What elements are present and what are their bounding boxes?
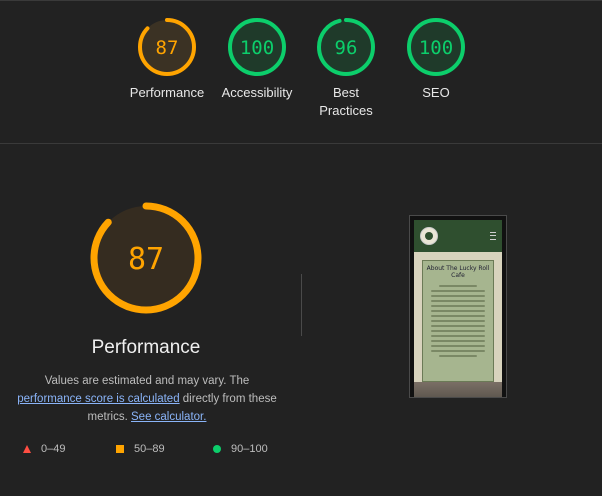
score-calculated-link[interactable]: performance score is calculated: [17, 393, 179, 405]
score-summary: 87 Performance 100 Accessibility 96 Best…: [0, 0, 602, 143]
description-text: Values are estimated and may vary. The: [44, 375, 250, 387]
preview-text-line: [431, 290, 485, 292]
gauge-best-practices[interactable]: 96 Best Practices: [301, 16, 391, 120]
preview-text-line: [439, 355, 477, 357]
gauge-ring: 96: [317, 18, 375, 76]
performance-gauge-ring: 87: [90, 202, 202, 314]
legend-average: 50–89: [115, 443, 165, 455]
gauge-score: 96: [335, 37, 358, 59]
legend-range: 0–49: [41, 443, 66, 455]
vertical-separator: [301, 274, 302, 336]
preview-text-line: [431, 330, 485, 332]
gauge-label: Accessibility: [221, 85, 293, 100]
preview-text-line: [431, 320, 485, 322]
performance-gauge: 87: [88, 200, 204, 316]
gauge-score: 100: [419, 37, 453, 59]
gauge-accessibility[interactable]: 100 Accessibility: [212, 16, 302, 102]
section-divider: [0, 143, 602, 144]
performance-title: Performance: [91, 337, 201, 358]
preview-text-line: [431, 340, 485, 342]
gauge-label: Best Practices: [319, 85, 373, 118]
square-icon: [116, 445, 124, 454]
gauge-label: Performance: [129, 85, 205, 100]
performance-description: Values are estimated and may vary. The p…: [12, 372, 282, 426]
gauge-ring: 87: [138, 18, 196, 76]
preview-text-line: [431, 305, 485, 307]
preview-text-line: [439, 285, 477, 287]
preview-text-line: [431, 350, 485, 352]
gauge-performance[interactable]: 87 Performance: [122, 16, 212, 102]
preview-text-line: [431, 325, 485, 327]
preview-text-line: [431, 335, 485, 337]
preview-text-line: [431, 295, 485, 297]
gauge-label: SEO: [422, 85, 450, 100]
legend-range: 90–100: [231, 443, 268, 455]
legend-range: 50–89: [134, 443, 165, 455]
logo-icon: [420, 227, 438, 245]
preview-text-line: [431, 315, 485, 317]
preview-text-line: [431, 300, 485, 302]
preview-card-title: About The Lucky Roll Cafe: [426, 265, 490, 279]
circle-icon: [213, 445, 221, 454]
performance-score: 87: [128, 242, 164, 277]
preview-text-line: [431, 345, 485, 347]
gauge-ring: 100: [228, 18, 286, 76]
triangle-icon: [23, 445, 31, 454]
legend-pass: 90–100: [212, 443, 268, 455]
gauge-seo[interactable]: 100 SEO: [391, 16, 481, 102]
menu-icon: [490, 232, 496, 240]
gauge-ring: 100: [407, 18, 465, 76]
preview-text-line: [431, 310, 485, 312]
see-calculator-link[interactable]: See calculator.: [131, 411, 206, 423]
preview-footer-image: [414, 382, 502, 397]
preview-header: [414, 220, 502, 252]
gauge-score: 87: [156, 37, 179, 59]
gauge-score: 100: [240, 37, 274, 59]
preview-body: About The Lucky Roll Cafe: [414, 252, 502, 395]
legend-fail: 0–49: [22, 443, 65, 455]
page-screenshot-preview[interactable]: About The Lucky Roll Cafe: [409, 215, 507, 398]
preview-card: About The Lucky Roll Cafe: [422, 260, 494, 382]
